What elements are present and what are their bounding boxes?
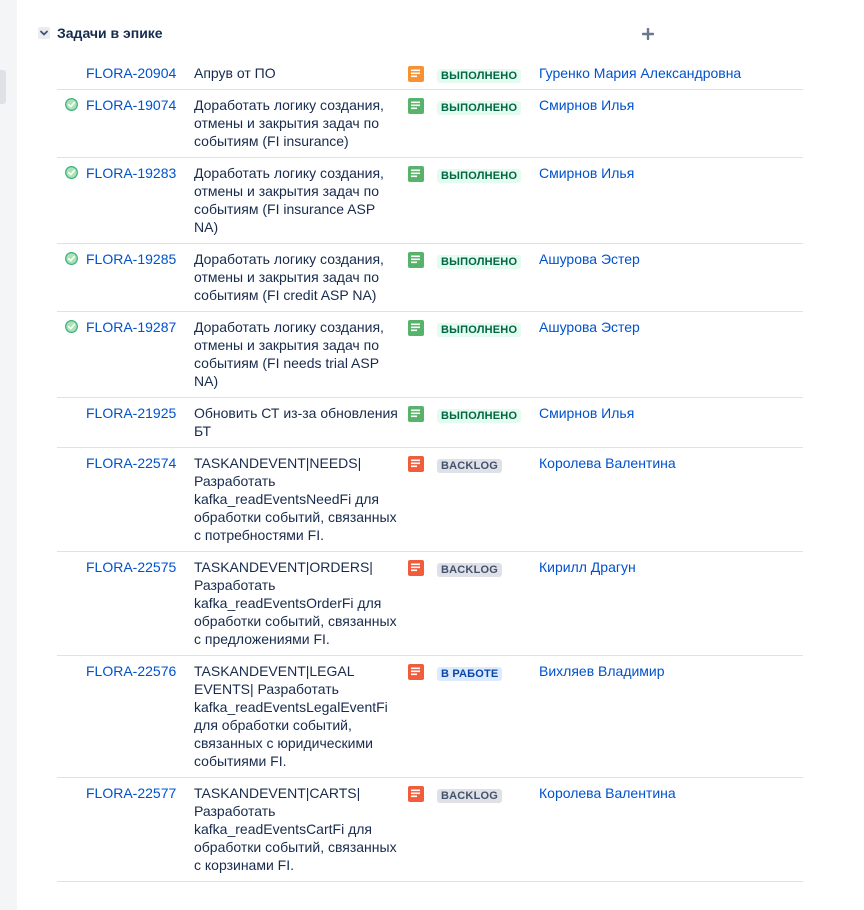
issue-key-link[interactable]: FLORA-22576	[86, 662, 176, 680]
issue-key-link[interactable]: FLORA-19074	[86, 96, 176, 114]
table-row: FLORA-22575 TASKANDEVENT|ORDERS| Разработ…	[57, 552, 803, 656]
status-badge: BACKLOG	[437, 789, 503, 803]
issue-key-link[interactable]: FLORA-19285	[86, 250, 176, 268]
status-cell: ВЫПОЛНЕНО	[437, 405, 522, 423]
issue-summary: TASKANDEVENT|ORDERS| Разработать kafka_r…	[194, 559, 397, 647]
assignee-link[interactable]: Королева Валентина	[539, 784, 676, 802]
epic-issues-header: Задачи в эпике	[38, 24, 658, 42]
table-row: FLORA-19287 Доработать логику создания, о…	[57, 312, 803, 398]
table-row: FLORA-22574 TASKANDEVENT|NEEDS| Разработа…	[57, 448, 803, 552]
issue-type-icon	[408, 560, 424, 576]
status-badge: В РАБОТЕ	[437, 667, 503, 681]
issue-key-link[interactable]: FLORA-21925	[86, 404, 176, 422]
issue-type-icon	[408, 664, 424, 680]
status-cell: ВЫПОЛНЕНО	[437, 97, 522, 115]
resolved-check-icon	[65, 166, 78, 179]
chevron-down-icon	[40, 30, 48, 36]
add-issue-button[interactable]	[640, 26, 656, 42]
assignee-link[interactable]: Смирнов Илья	[539, 404, 634, 422]
issue-key-link[interactable]: FLORA-22574	[86, 454, 176, 472]
issue-key-link[interactable]: FLORA-19283	[86, 164, 176, 182]
assignee-link[interactable]: Гуренко Мария Александровна	[539, 64, 741, 82]
status-badge: BACKLOG	[437, 459, 503, 473]
section-title: Задачи в эпике	[57, 25, 163, 41]
issue-key-link[interactable]: FLORA-19287	[86, 318, 176, 336]
status-cell: ВЫПОЛНЕНО	[437, 319, 522, 337]
status-badge: ВЫПОЛНЕНО	[437, 69, 522, 83]
resolved-check-icon	[65, 98, 78, 111]
issue-type-icon	[408, 456, 424, 472]
status-cell: BACKLOG	[437, 559, 503, 577]
status-badge: ВЫПОЛНЕНО	[437, 255, 522, 269]
assignee-link[interactable]: Смирнов Илья	[539, 96, 634, 114]
resolved-check-icon	[65, 252, 78, 265]
issue-type-icon	[408, 406, 424, 422]
issue-key-link[interactable]: FLORA-20904	[86, 64, 176, 82]
epic-issues-table: FLORA-20904 Апрув от ПО ВЫПОЛНЕНО Гуренко М…	[57, 58, 803, 882]
issue-type-icon	[408, 66, 424, 82]
table-row: FLORA-21925 Обновить СТ из-за обновления …	[57, 398, 803, 448]
status-cell: BACKLOG	[437, 785, 503, 803]
status-badge: ВЫПОЛНЕНО	[437, 169, 522, 183]
table-row: FLORA-20904 Апрув от ПО ВЫПОЛНЕНО Гуренко М…	[57, 58, 803, 90]
assignee-link[interactable]: Кирилл Драгун	[539, 558, 636, 576]
table-row: FLORA-19074 Доработать логику создания, о…	[57, 90, 803, 158]
assignee-link[interactable]: Королева Валентина	[539, 454, 676, 472]
resolved-check-icon	[65, 320, 78, 333]
assignee-link[interactable]: Смирнов Илья	[539, 164, 634, 182]
issue-type-icon	[408, 786, 424, 802]
issue-summary: Обновить СТ из-за обновления БТ	[194, 405, 398, 439]
sidebar-handle[interactable]	[0, 70, 6, 104]
status-cell: ВЫПОЛНЕНО	[437, 65, 522, 83]
status-cell: ВЫПОЛНЕНО	[437, 165, 522, 183]
issue-key-link[interactable]: FLORA-22575	[86, 558, 176, 576]
assignee-link[interactable]: Ашурова Эстер	[539, 250, 640, 268]
plus-icon	[642, 28, 654, 40]
issue-summary: Доработать логику создания, отмены и зак…	[194, 165, 384, 235]
issue-summary: Доработать логику создания, отмены и зак…	[194, 97, 384, 149]
assignee-link[interactable]: Ашурова Эстер	[539, 318, 640, 336]
status-cell: В РАБОТЕ	[437, 663, 503, 681]
issue-summary: Апрув от ПО	[194, 65, 276, 81]
issue-summary: Доработать логику создания, отмены и зак…	[194, 319, 384, 389]
issue-type-icon	[408, 320, 424, 336]
issue-summary: TASKANDEVENT|LEGAL EVENTS| Разработать k…	[194, 663, 388, 769]
issue-summary: Доработать логику создания, отмены и зак…	[194, 251, 384, 303]
assignee-link[interactable]: Вихляев Владимир	[539, 662, 665, 680]
issue-summary: TASKANDEVENT|NEEDS| Разработать kafka_re…	[194, 455, 397, 543]
table-row: FLORA-22576 TASKANDEVENT|LEGAL EVENTS| Ра…	[57, 656, 803, 778]
status-badge: BACKLOG	[437, 563, 503, 577]
table-row: FLORA-22577 TASKANDEVENT|CARTS| Разработа…	[57, 778, 803, 882]
issue-type-icon	[408, 252, 424, 268]
issue-type-icon	[408, 166, 424, 182]
issue-type-icon	[408, 98, 424, 114]
table-row: FLORA-19283 Доработать логику создания, о…	[57, 158, 803, 244]
status-cell: ВЫПОЛНЕНО	[437, 251, 522, 269]
issue-key-link[interactable]: FLORA-22577	[86, 784, 176, 802]
issue-summary: TASKANDEVENT|CARTS| Разработать kafka_re…	[194, 785, 397, 873]
table-row: FLORA-19285 Доработать логику создания, о…	[57, 244, 803, 312]
status-badge: ВЫПОЛНЕНО	[437, 323, 522, 337]
collapse-toggle-button[interactable]	[38, 27, 50, 39]
status-badge: ВЫПОЛНЕНО	[437, 101, 522, 115]
status-badge: ВЫПОЛНЕНО	[437, 409, 522, 423]
left-sidebar-strip	[0, 0, 17, 910]
status-cell: BACKLOG	[437, 455, 503, 473]
